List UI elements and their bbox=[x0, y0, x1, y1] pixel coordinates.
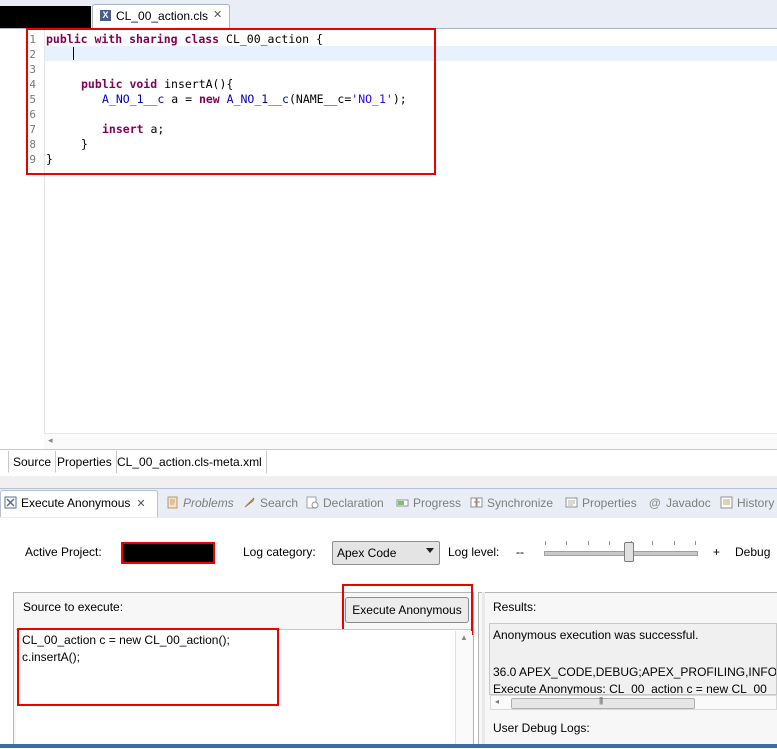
log-level-plus-label: + bbox=[713, 545, 721, 559]
tab-label: Synchronize bbox=[487, 496, 554, 510]
redacted-editor-tab[interactable] bbox=[0, 6, 91, 28]
apex-class-file-icon: X bbox=[100, 10, 111, 21]
slider-tick bbox=[674, 541, 675, 545]
user-debug-logs-label: User Debug Logs: bbox=[493, 721, 590, 735]
javadoc-icon: @ bbox=[649, 496, 661, 510]
scroll-left-arrow-icon[interactable]: ◂ bbox=[48, 435, 53, 446]
log-level-min-label: -- bbox=[516, 545, 524, 559]
panel-sash[interactable] bbox=[0, 476, 777, 488]
tab-problems[interactable]: Problems bbox=[166, 496, 234, 510]
source-to-execute-label: Source to execute: bbox=[23, 600, 124, 614]
log-category-select[interactable]: Apex Code bbox=[332, 541, 440, 565]
results-panel-border bbox=[482, 592, 485, 748]
scroll-left-arrow-icon[interactable]: ◂ bbox=[495, 697, 499, 706]
tab-search[interactable]: Search bbox=[243, 496, 298, 510]
editor-horizontal-scrollbar[interactable] bbox=[44, 433, 777, 450]
results-output[interactable]: Anonymous execution was successful. 36.0… bbox=[489, 623, 777, 695]
results-horizontal-scrollbar[interactable]: ◂ ||| bbox=[490, 695, 777, 710]
slider-tick bbox=[695, 541, 696, 545]
slider-tick bbox=[545, 541, 546, 545]
tab-javadoc[interactable]: @ Javadoc bbox=[649, 496, 711, 510]
tab-label: Execute Anonymous bbox=[21, 496, 131, 510]
tab-execute-anonymous[interactable]: Execute Anonymous ✕ bbox=[4, 496, 146, 510]
tab-label: Problems bbox=[183, 496, 234, 510]
close-tab-icon[interactable]: ✕ bbox=[136, 498, 145, 510]
editor-tab-cl-00-action[interactable]: X CL_00_action.cls ✕ bbox=[92, 4, 230, 28]
progress-icon bbox=[396, 499, 409, 507]
tab-label: Declaration bbox=[323, 496, 384, 510]
tab-synchronize[interactable]: Synchronize bbox=[470, 496, 553, 510]
tab-view-properties[interactable]: Properties bbox=[565, 496, 637, 510]
slider-tick bbox=[652, 541, 653, 545]
tab-label: History bbox=[737, 496, 775, 510]
results-label: Results: bbox=[493, 600, 537, 614]
chevron-down-icon bbox=[426, 548, 434, 553]
tab-label: Javadoc bbox=[666, 496, 711, 510]
history-icon bbox=[720, 496, 733, 509]
problems-icon bbox=[167, 496, 178, 509]
execute-anonymous-icon bbox=[4, 496, 17, 509]
log-category-label: Log category: bbox=[243, 545, 316, 559]
tab-label: Search bbox=[260, 496, 299, 510]
declaration-icon bbox=[306, 496, 319, 509]
slider-tick bbox=[566, 541, 567, 545]
tab-label: Properties bbox=[582, 496, 637, 510]
scroll-up-arrow-icon[interactable]: ▲ bbox=[460, 633, 468, 642]
synchronize-icon bbox=[470, 497, 483, 508]
log-level-label: Log level: bbox=[448, 545, 500, 559]
close-tab-icon[interactable]: ✕ bbox=[213, 8, 222, 21]
slider-tick bbox=[609, 541, 610, 545]
results-line: Execute Anonymous: CL_00_action c = new … bbox=[493, 682, 774, 695]
editor-tab-label: CL_00_action.cls bbox=[116, 9, 209, 23]
log-level-slider-thumb[interactable] bbox=[624, 542, 634, 562]
tab-source[interactable]: Source bbox=[8, 451, 57, 473]
button-annotation-box bbox=[342, 584, 473, 635]
log-level-value: Debug bbox=[735, 545, 771, 559]
source-annotation-box bbox=[17, 628, 279, 706]
tab-history[interactable]: History bbox=[720, 496, 774, 510]
scrollbar-thumb[interactable] bbox=[511, 698, 695, 709]
active-project-select[interactable] bbox=[121, 542, 215, 564]
slider-tick bbox=[588, 541, 589, 545]
search-icon bbox=[244, 497, 255, 508]
tab-progress[interactable]: Progress bbox=[396, 496, 461, 510]
tab-properties[interactable]: Properties bbox=[53, 451, 117, 473]
tab-declaration[interactable]: Declaration bbox=[306, 496, 384, 510]
tab-meta-xml[interactable]: CL_00_action.cls-meta.xml bbox=[113, 451, 267, 473]
bottom-edge-bar bbox=[0, 744, 777, 748]
properties-icon bbox=[565, 497, 578, 508]
log-category-value: Apex Code bbox=[337, 546, 397, 560]
results-line: Anonymous execution was successful. bbox=[493, 628, 699, 642]
tab-label: Progress bbox=[413, 496, 462, 510]
source-vertical-scrollbar[interactable]: ▲ bbox=[455, 631, 472, 748]
active-project-label: Active Project: bbox=[25, 545, 102, 559]
code-annotation-box bbox=[26, 28, 436, 175]
results-line: 36.0 APEX_CODE,DEBUG;APEX_PROFILING,INFO bbox=[493, 665, 777, 679]
scrollbar-grip-icon: ||| bbox=[599, 696, 603, 705]
log-level-slider-track[interactable] bbox=[544, 551, 698, 556]
